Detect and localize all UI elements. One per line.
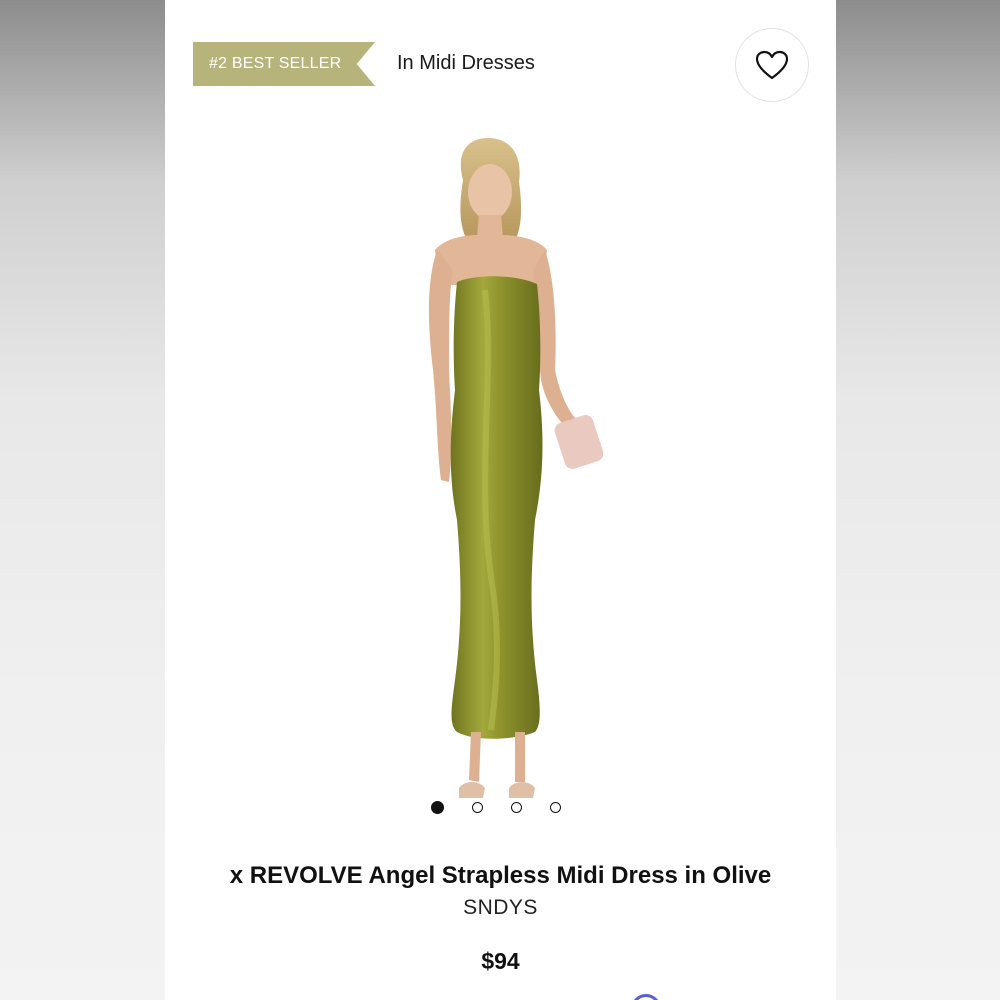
product-card: #2 BEST SELLER In Midi Dresses x REVOLVE…	[165, 0, 836, 1000]
wishlist-button[interactable]	[735, 28, 809, 102]
best-seller-badge: #2 BEST SELLER	[193, 42, 375, 86]
product-price: $94	[481, 948, 520, 974]
background-left-panel	[0, 0, 165, 1000]
carousel-dot[interactable]	[431, 800, 444, 814]
carousel-dot[interactable]	[511, 801, 522, 813]
best-seller-category[interactable]: In Midi Dresses	[397, 52, 535, 75]
heart-icon	[755, 50, 789, 80]
carousel-dot[interactable]	[550, 801, 561, 813]
product-title: x REVOLVE Angel Strapless Midi Dress in …	[229, 862, 772, 889]
brand-name[interactable]: SNDYS	[165, 896, 836, 920]
carousel-indicators	[431, 800, 561, 814]
chat-button[interactable]	[631, 994, 661, 1000]
product-image[interactable]	[345, 120, 655, 820]
background-right-panel	[836, 0, 1000, 1000]
carousel-dot[interactable]	[472, 801, 483, 813]
